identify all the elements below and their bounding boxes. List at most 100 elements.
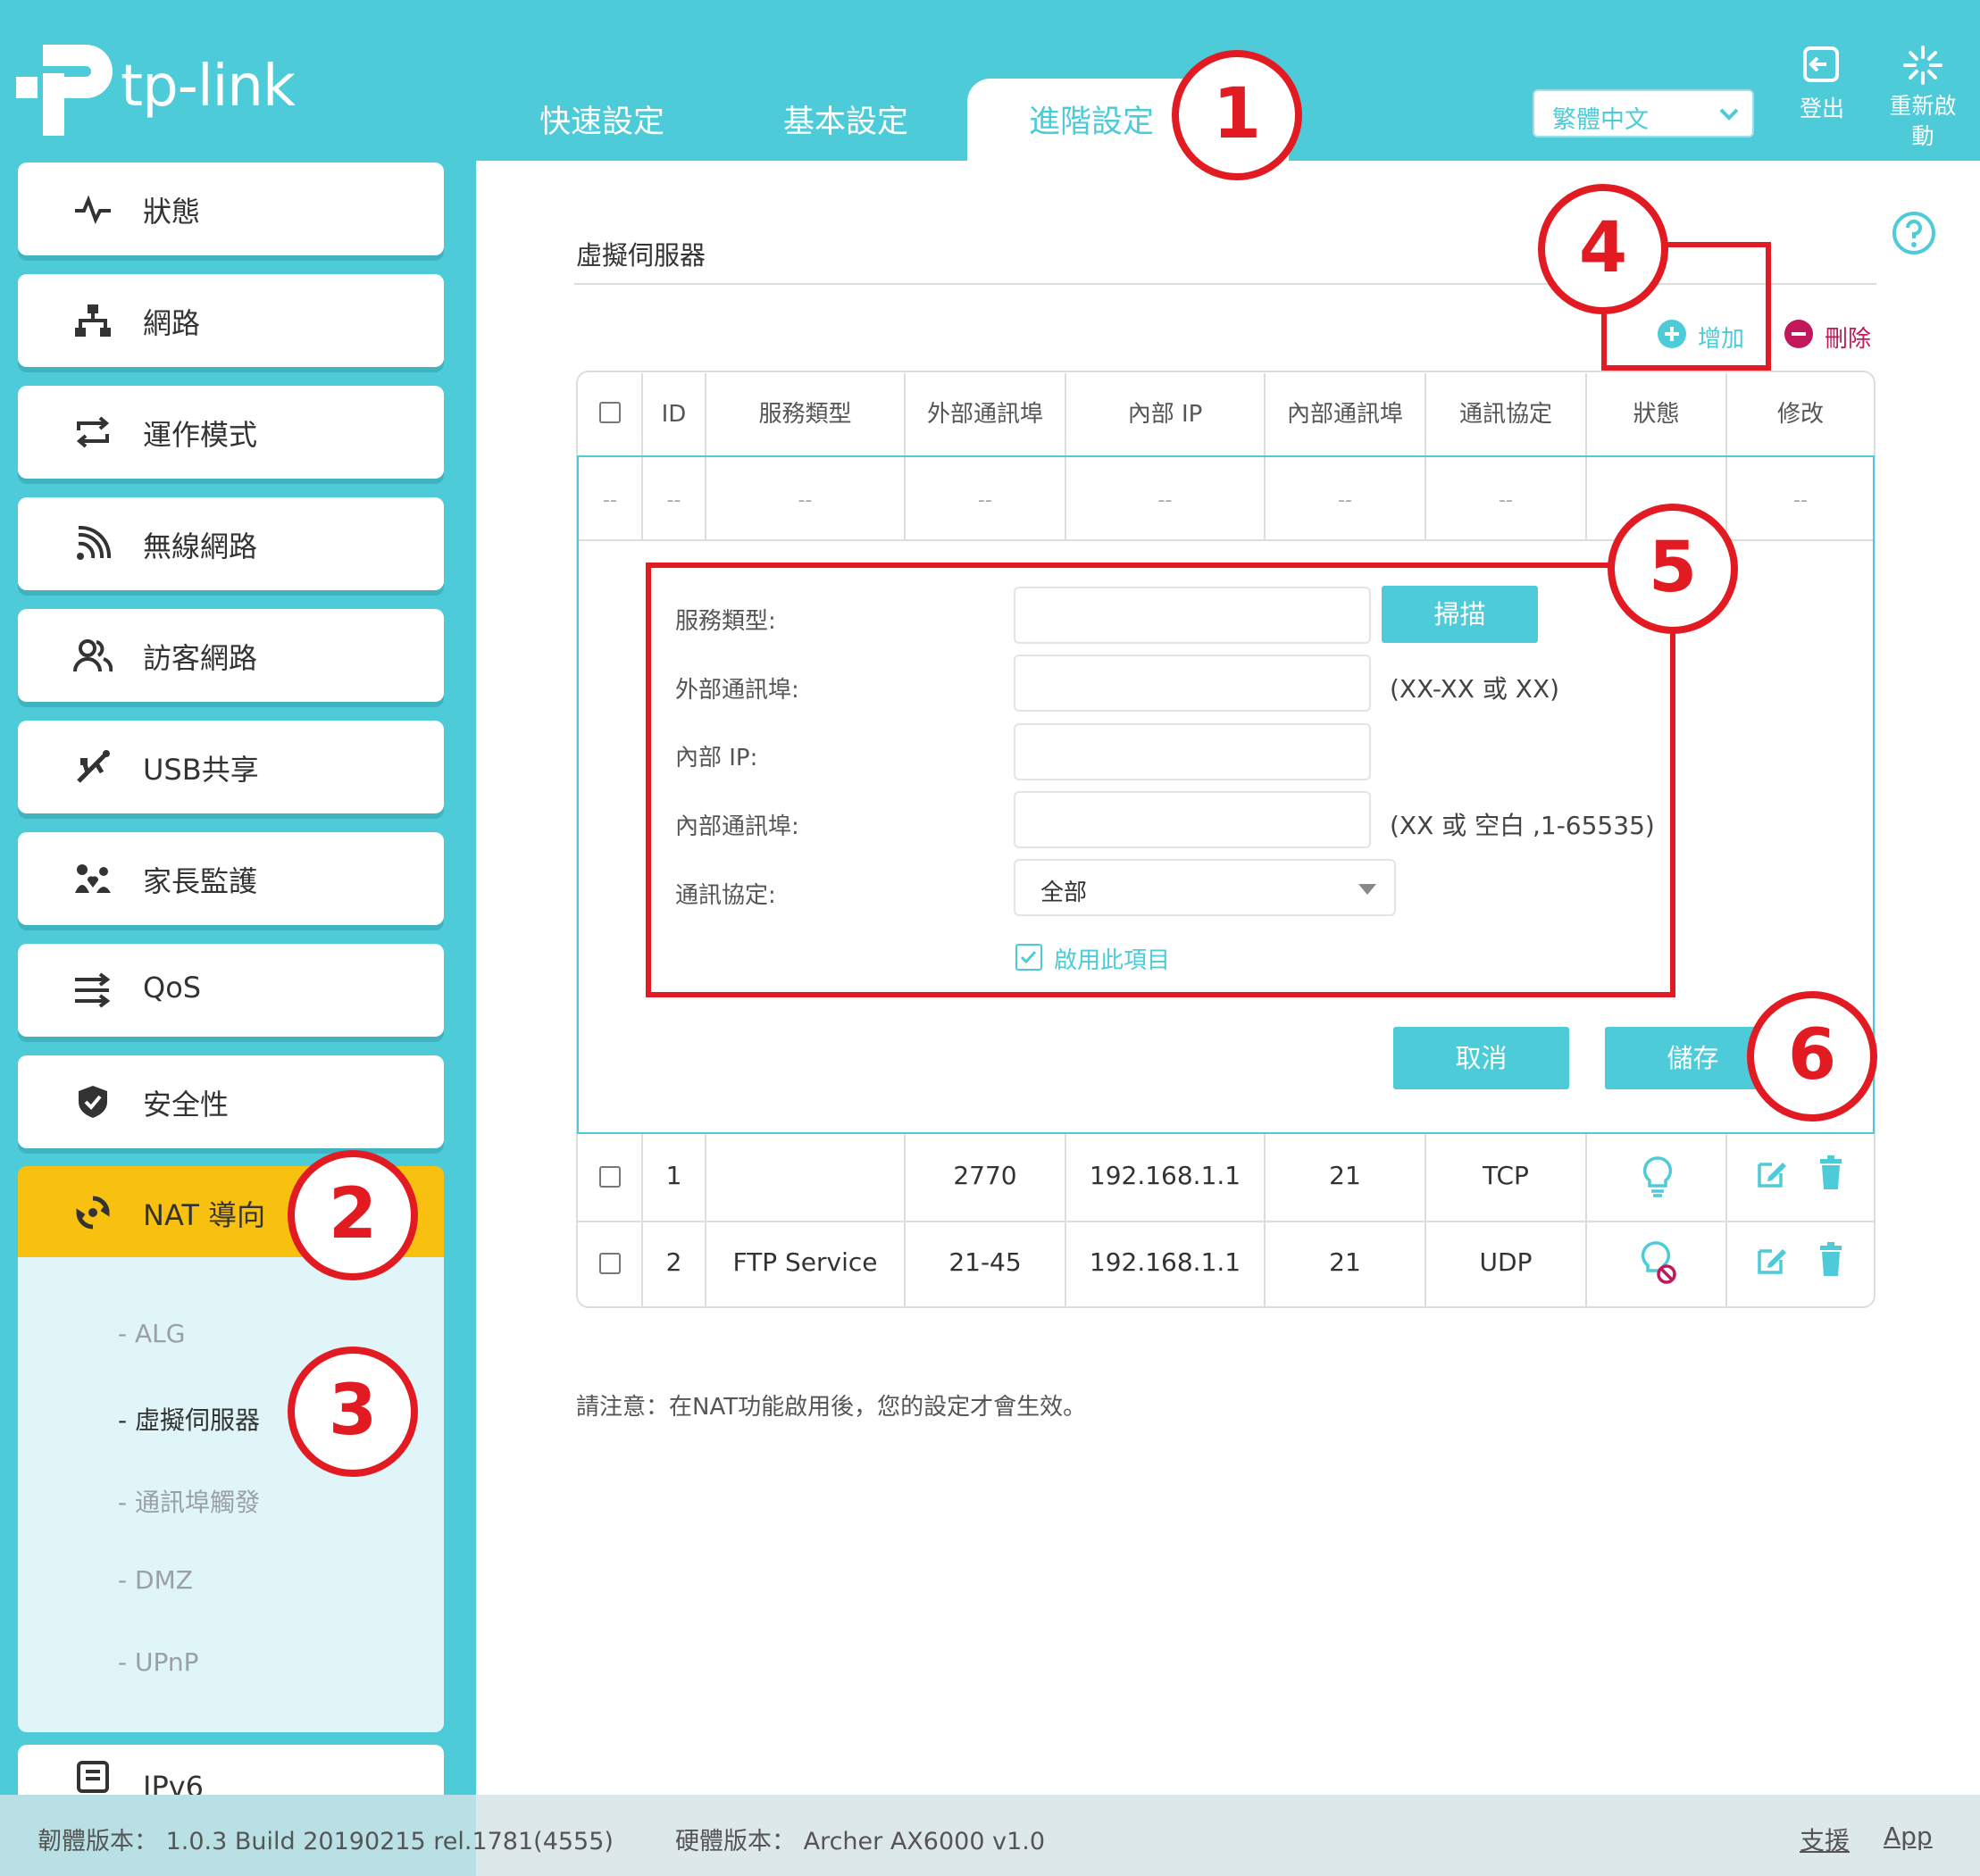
column-divider <box>1585 457 1587 539</box>
app-link[interactable]: App <box>1884 1822 1933 1851</box>
column-header-modify: 修改 <box>1776 401 1824 428</box>
placeholder-cell: -- <box>1499 489 1513 512</box>
edit-icon[interactable] <box>1756 1244 1788 1276</box>
sidebar-item-network[interactable]: 網路 <box>18 274 444 367</box>
page-title: 虛擬伺服器 <box>576 240 706 271</box>
wireless-icon <box>77 526 112 560</box>
submenu-label: DMZ <box>135 1565 193 1595</box>
hardware-version: 硬體版本： Archer AX6000 v1.0 <box>675 1822 1045 1856</box>
sidebar-item-label: 訪客網路 <box>143 641 258 675</box>
logout-button[interactable]: 登出 <box>1786 45 1858 125</box>
callout-6: 6 <box>1747 991 1877 1121</box>
reboot-label: 重新啟動 <box>1889 93 1957 149</box>
column-header-service: 服務類型 <box>758 401 852 428</box>
language-value: 繁體中文 <box>1552 106 1649 134</box>
parental-icon <box>75 864 111 893</box>
row-id: 2 <box>665 1247 682 1277</box>
callout-2: 2 <box>288 1150 418 1280</box>
nat-note: 請注意：在NAT功能啟用後，您的設定才會生效。 <box>576 1394 1087 1421</box>
submenu-label: 虛擬伺服器 <box>135 1405 261 1435</box>
column-header-int-port: 內部通訊埠 <box>1286 401 1403 428</box>
submenu-item-alg[interactable]: - ALG <box>118 1319 185 1348</box>
support-link[interactable]: 支援 <box>1800 1822 1850 1857</box>
submenu-label: ALG <box>135 1319 186 1348</box>
tab-basic[interactable]: 基本設定 <box>783 96 908 142</box>
highlight-box-form <box>646 563 1675 997</box>
sidebar-item-label: NAT 導向 <box>143 1198 266 1232</box>
column-header-ext-port: 外部通訊埠 <box>926 401 1043 428</box>
logout-icon <box>1803 46 1839 82</box>
sidebar-item-label: 家長監護 <box>143 864 258 898</box>
network-icon <box>75 304 111 337</box>
bulb-on-icon[interactable] <box>1642 1155 1674 1198</box>
submenu-label: 通訊埠觸發 <box>135 1488 261 1517</box>
tab-quick-setup[interactable]: 快速設定 <box>539 96 664 142</box>
bulb-off-icon[interactable] <box>1640 1240 1679 1287</box>
row-service: FTP Service <box>732 1247 878 1277</box>
submenu-label: UPnP <box>135 1647 199 1677</box>
placeholder-cell: -- <box>1793 489 1808 512</box>
row-checkbox[interactable] <box>599 1253 621 1274</box>
delete-label: 刪除 <box>1825 326 1872 353</box>
row-internal-ip: 192.168.1.1 <box>1089 1161 1241 1190</box>
sidebar-item-qos[interactable]: QoS <box>18 944 444 1037</box>
row-protocol: UDP <box>1479 1247 1533 1277</box>
placeholder-cell: -- <box>798 489 813 512</box>
column-header-id: ID <box>661 401 687 428</box>
shield-icon <box>79 1086 107 1118</box>
sidebar-item-label: 網路 <box>143 306 201 340</box>
table-row: 1 2770 192.168.1.1 21 TCP <box>577 1134 1875 1221</box>
nat-icon <box>76 1196 110 1230</box>
row-ext-port: 21-45 <box>948 1247 1022 1277</box>
reboot-button[interactable]: 重新啟動 <box>1883 45 1963 152</box>
sidebar-item-operation-mode[interactable]: 運作模式 <box>18 386 444 479</box>
usb-icon <box>77 750 110 783</box>
row-internal-ip: 192.168.1.1 <box>1089 1247 1241 1277</box>
column-header-status: 狀態 <box>1633 401 1680 428</box>
logout-label: 登出 <box>1799 96 1844 121</box>
sidebar-item-usb[interactable]: USB共享 <box>18 721 444 813</box>
edit-icon[interactable] <box>1756 1157 1788 1189</box>
brand-logo-text: tp-link <box>121 54 296 120</box>
tab-advanced[interactable]: 進階設定 <box>1029 96 1154 142</box>
guest-icon <box>73 639 113 672</box>
callout-3: 3 <box>288 1347 418 1477</box>
language-select[interactable]: 繁體中文 <box>1533 89 1754 138</box>
reboot-icon <box>1903 46 1942 85</box>
ipv6-icon <box>77 1761 109 1793</box>
hardware-label: 硬體版本： <box>675 1828 796 1855</box>
minus-circle-icon <box>1784 320 1813 348</box>
submenu-item-dmz[interactable]: - DMZ <box>118 1565 193 1595</box>
placeholder-cell: -- <box>603 489 617 512</box>
submenu-item-port-triggering[interactable]: - 通訊埠觸發 <box>118 1483 260 1519</box>
sidebar-item-label: QoS <box>143 971 202 1005</box>
sidebar-item-label: 運作模式 <box>143 418 258 452</box>
callout-5: 5 <box>1608 504 1738 634</box>
tp-link-logo-icon <box>16 45 113 136</box>
callout-4: 4 <box>1538 184 1668 314</box>
trash-icon[interactable] <box>1818 1242 1843 1278</box>
sidebar-item-label: 狀態 <box>143 195 201 229</box>
trash-icon[interactable] <box>1818 1155 1843 1191</box>
select-all-checkbox[interactable] <box>599 402 621 423</box>
row-checkbox[interactable] <box>599 1166 621 1188</box>
pulse-icon <box>75 195 111 225</box>
sidebar-item-wireless[interactable]: 無線網路 <box>18 497 444 590</box>
firmware-value: 1.0.3 Build 20190215 rel.1781(4555) <box>165 1828 614 1855</box>
firmware-label: 韌體版本： <box>38 1828 158 1855</box>
cancel-button[interactable]: 取消 <box>1393 1027 1569 1089</box>
submenu-item-virtual-server[interactable]: - 虛擬伺服器 <box>118 1401 260 1437</box>
sidebar-item-parental[interactable]: 家長監護 <box>18 832 444 925</box>
column-header-protocol: 通訊協定 <box>1458 401 1552 428</box>
sidebar-item-security[interactable]: 安全性 <box>18 1055 444 1148</box>
sidebar-item-guest[interactable]: 訪客網路 <box>18 609 444 702</box>
row-id: 1 <box>665 1161 682 1190</box>
submenu-item-upnp[interactable]: - UPnP <box>118 1647 199 1677</box>
sidebar-item-ipv6[interactable]: IPv6 <box>18 1745 444 1795</box>
help-icon[interactable] <box>1891 210 1937 256</box>
row-protocol: TCP <box>1483 1161 1529 1190</box>
placeholder-cell: -- <box>1157 489 1173 512</box>
chevron-down-icon <box>1719 108 1739 121</box>
placeholder-cell: -- <box>1338 489 1352 512</box>
sidebar-item-status[interactable]: 狀態 <box>18 163 444 255</box>
